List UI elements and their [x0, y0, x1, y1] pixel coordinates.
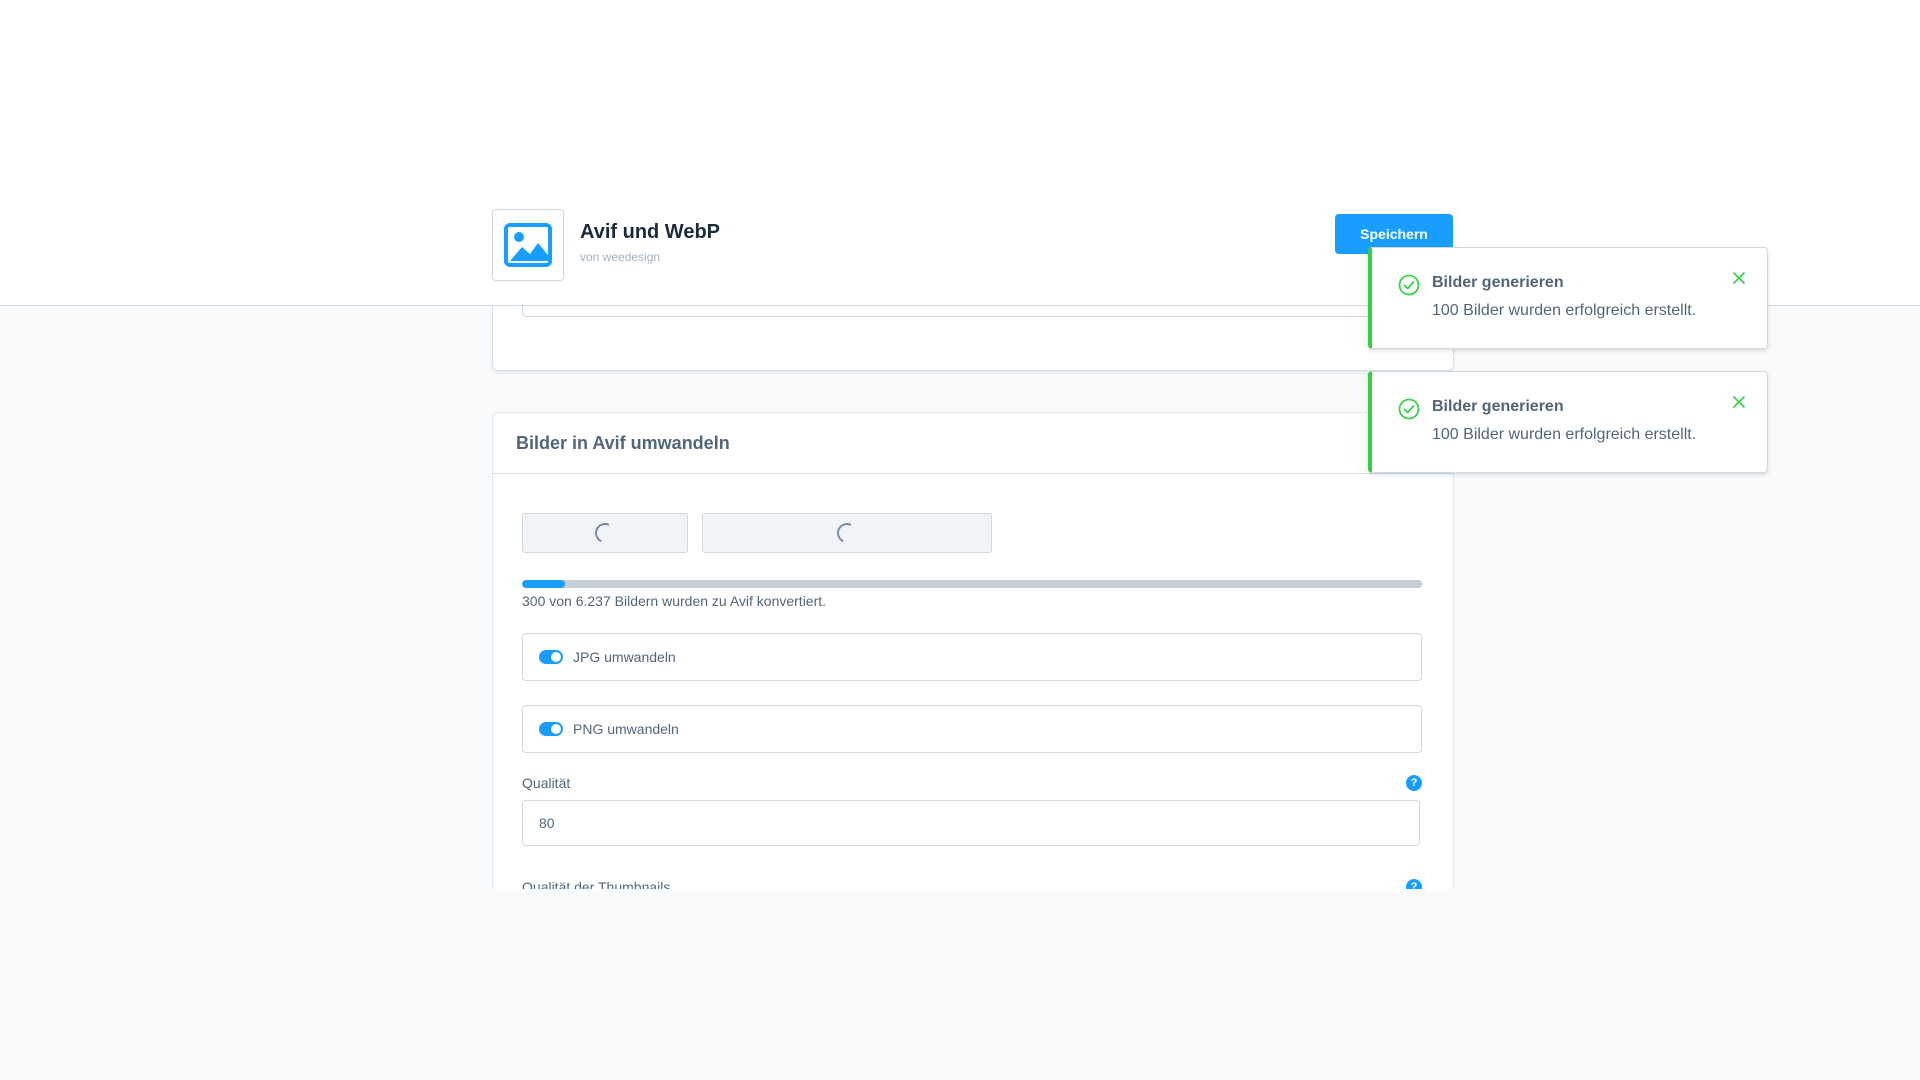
notification-toast: Bilder generieren 100 Bilder wurden erfo…: [1368, 371, 1768, 473]
previous-field-bottom: [522, 304, 1424, 317]
close-icon[interactable]: [1729, 268, 1749, 288]
spinner-icon: [592, 520, 618, 546]
notification-title: Bilder generieren: [1432, 274, 1564, 291]
close-icon[interactable]: [1729, 392, 1749, 412]
jpg-toggle-label: JPG umwandeln: [573, 649, 676, 665]
quality-label: Qualität: [522, 775, 571, 791]
progress-bar-fill: [522, 580, 566, 588]
png-toggle[interactable]: [539, 722, 563, 736]
check-circle-icon: [1398, 274, 1420, 296]
jpg-switch-field: JPG umwandeln: [522, 633, 1422, 681]
avif-conversion-card: Bilder in Avif umwandeln 300 von 6.237 B…: [492, 412, 1454, 889]
quality-input[interactable]: 80: [522, 800, 1420, 846]
notification-title: Bilder generieren: [1432, 398, 1564, 415]
app-icon: [492, 209, 564, 281]
png-switch-field: PNG umwandeln: [522, 705, 1422, 753]
png-toggle-label: PNG umwandeln: [573, 721, 679, 737]
check-circle-icon: [1398, 398, 1420, 420]
help-icon[interactable]: ?: [1406, 775, 1422, 791]
reset-button-loading[interactable]: [702, 513, 992, 553]
jpg-toggle[interactable]: [539, 650, 563, 664]
app-title: Avif und WebP: [580, 221, 720, 243]
card-title: Bilder in Avif umwandeln: [493, 413, 1453, 474]
notification-message: 100 Bilder wurden erfolgreich erstellt.: [1432, 426, 1697, 443]
app-vendor: von weedesign: [580, 250, 661, 264]
help-icon[interactable]: ?: [1406, 879, 1422, 889]
notification-message: 100 Bilder wurden erfolgreich erstellt.: [1432, 302, 1697, 319]
convert-button-loading[interactable]: [522, 513, 688, 553]
progress-text: 300 von 6.237 Bildern wurden zu Avif kon…: [522, 593, 827, 609]
previous-card-bottom: [492, 304, 1454, 371]
progress-bar: [522, 580, 1422, 588]
thumbnail-quality-label: Qualität der Thumbnails: [522, 879, 671, 889]
notification-toast: Bilder generieren 100 Bilder wurden erfo…: [1368, 247, 1768, 349]
spinner-icon: [834, 520, 860, 546]
image-icon: [504, 223, 552, 267]
